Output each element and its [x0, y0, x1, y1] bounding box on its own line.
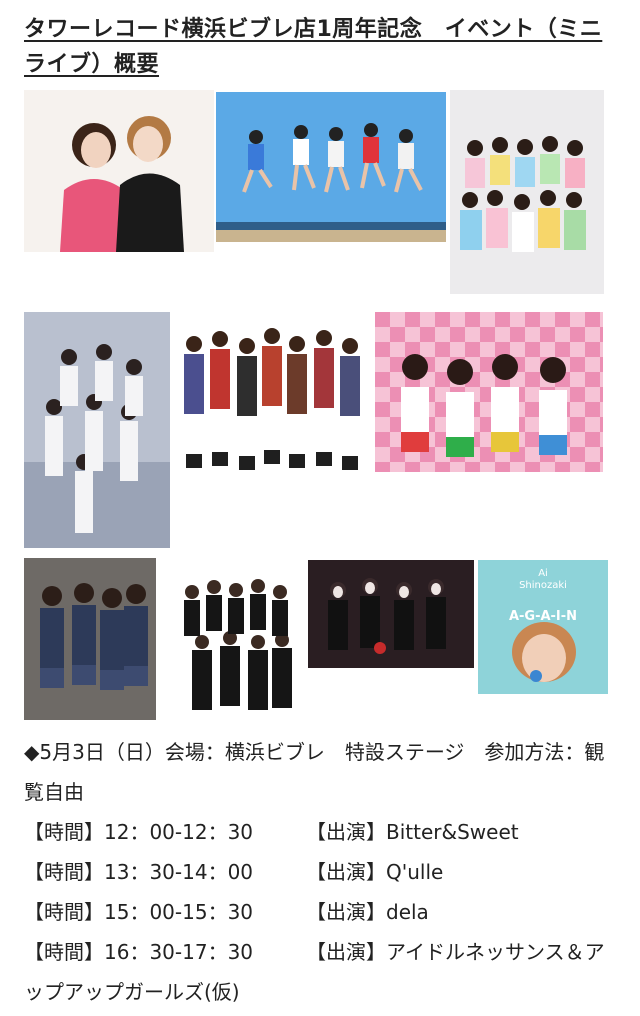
schedule-time: 【時間】15：00-15：30 — [24, 900, 254, 924]
photo-album-cover: Ai Shinozaki A-G-A-I-N — [478, 560, 608, 694]
schedule-time: 【時間】13：30-14：00 — [24, 860, 254, 884]
photo-duo-singers — [24, 90, 214, 252]
photo-dark-stage-group — [308, 560, 474, 668]
photo-large-idol-group — [450, 90, 604, 294]
event-intro: ◆5月3日（日）会場：横浜ビブレ 特設ステージ 参加方法：観覧自由 — [24, 740, 605, 804]
schedule-time: 【時間】16：30-17：30 — [24, 940, 254, 964]
schedule-row: 【時間】12：00-12：30 【出演】Bitter&Sweet — [24, 812, 624, 852]
schedule-row: 【時間】15：00-15：30 【出演】dela — [24, 892, 624, 932]
album-artist-first: Ai — [538, 568, 548, 579]
schedule-row: 【時間】13：30-14：00 【出演】Q'ulle — [24, 852, 624, 892]
page-title: タワーレコード横浜ビブレ店1周年記念 イベント（ミニライブ）概要 — [24, 17, 603, 77]
schedule-performer: 【出演】dela — [306, 900, 429, 924]
schedule-row: 【時間】16：30-17：30 【出演】アイドルネッサンス＆アップアップガールズ(… — [24, 932, 624, 1012]
photo-black-white-group — [172, 572, 304, 722]
schedule-performer: 【出演】Bitter&Sweet — [306, 820, 519, 844]
photo-jumping-group-beach — [216, 92, 446, 242]
schedule-time: 【時間】12：00-12：30 — [24, 820, 254, 844]
schedule-performer: 【出演】Q'ulle — [306, 860, 444, 884]
album-artist-last: Shinozaki — [519, 580, 567, 591]
event-info: ◆5月3日（日）会場：横浜ビブレ 特設ステージ 参加方法：観覧自由 【時間】12… — [24, 732, 624, 1012]
photo-plaid-outfit-group — [172, 314, 372, 478]
photo-school-uniform-group — [24, 558, 156, 720]
album-title: A-G-A-I-N — [509, 609, 577, 624]
photo-pink-checker-group — [375, 312, 603, 472]
photo-white-outfit-group — [24, 312, 170, 548]
